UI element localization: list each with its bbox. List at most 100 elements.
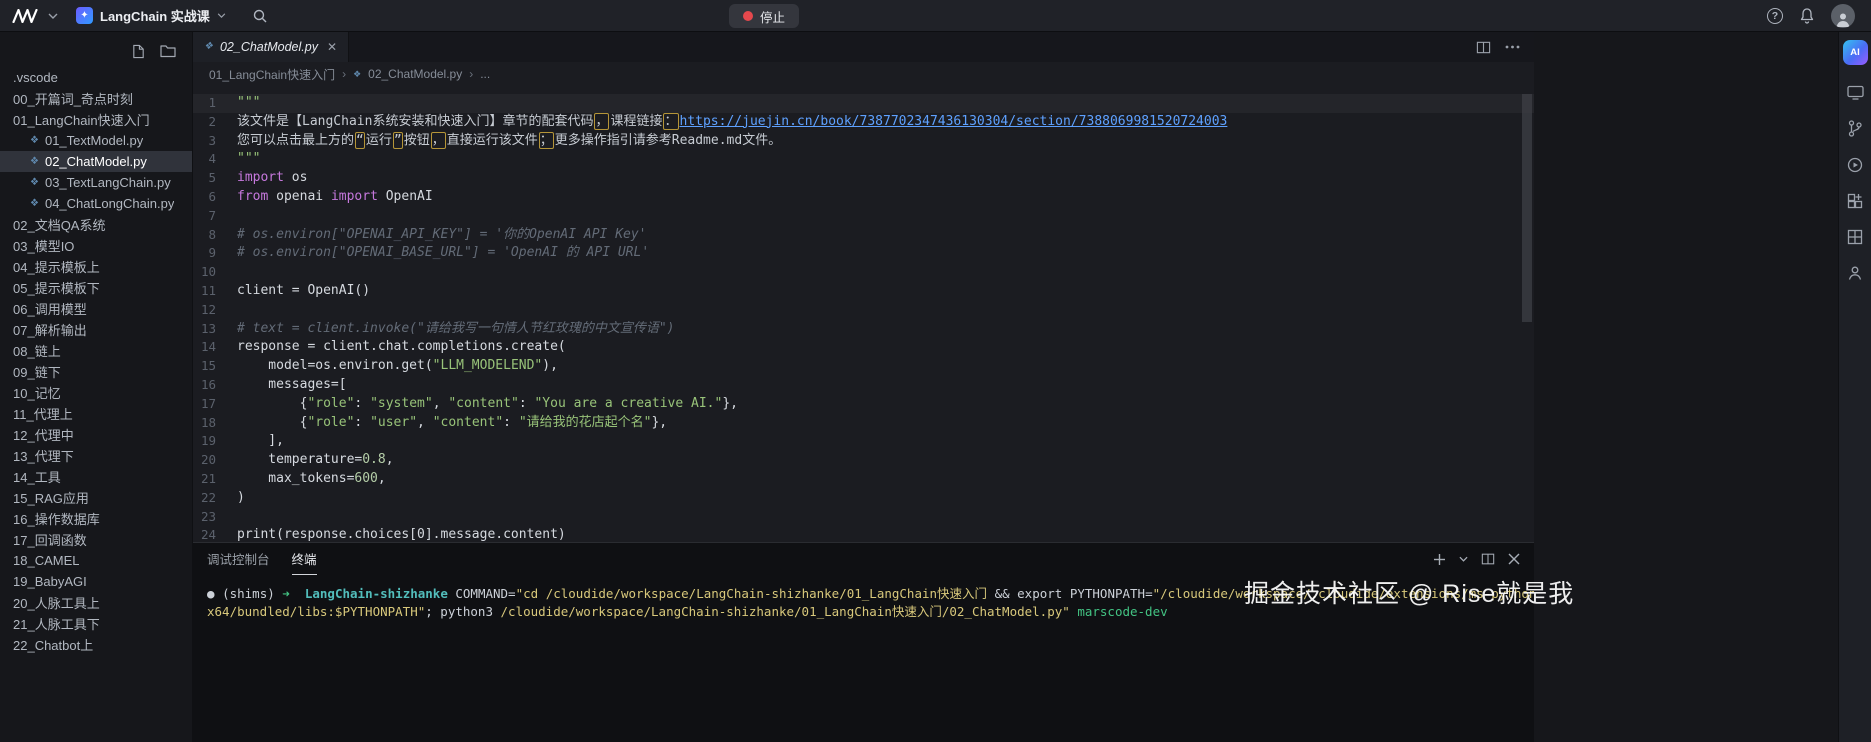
code-line[interactable]: 18 {"role": "user", "content": "请给我的花店起个… bbox=[193, 414, 1534, 433]
file-tree-item[interactable]: ❖01_TextModel.py bbox=[0, 130, 192, 151]
panel-tab-terminal[interactable]: 终端 bbox=[292, 543, 317, 575]
code-line[interactable]: 20 temperature=0.8, bbox=[193, 451, 1534, 470]
code-token: { bbox=[237, 396, 307, 411]
extensions-icon[interactable] bbox=[1847, 193, 1863, 209]
split-panel-icon[interactable] bbox=[1481, 552, 1495, 566]
file-tree-item[interactable]: 19_BabyAGI bbox=[0, 571, 192, 592]
file-tree-item[interactable]: 07_解析输出 bbox=[0, 319, 192, 340]
code-token: os bbox=[284, 170, 307, 185]
code-editor[interactable]: 1"""2该文件是【LangChain系统安装和快速入门】章节的配套代码，课程链… bbox=[193, 86, 1534, 542]
code-line[interactable]: 9# os.environ["OPENAI_BASE_URL"] = 'Open… bbox=[193, 244, 1534, 263]
stop-label: 停止 bbox=[760, 7, 785, 26]
code-line[interactable]: 5import os bbox=[193, 169, 1534, 188]
code-line[interactable]: 14response = client.chat.completions.cre… bbox=[193, 338, 1534, 357]
code-line[interactable]: 16 messages=[ bbox=[193, 376, 1534, 395]
file-tree-item[interactable]: ❖04_ChatLongChain.py bbox=[0, 193, 192, 214]
new-terminal-icon[interactable] bbox=[1433, 553, 1446, 566]
notifications-bell-icon[interactable] bbox=[1799, 7, 1815, 24]
code-line[interactable]: 22) bbox=[193, 489, 1534, 508]
file-tree-item[interactable]: 08_链上 bbox=[0, 340, 192, 361]
split-editor-icon[interactable] bbox=[1476, 40, 1491, 55]
file-tree-item[interactable]: 05_提示模板下 bbox=[0, 277, 192, 298]
marscode-logo-icon[interactable] bbox=[12, 9, 38, 23]
stop-button[interactable]: 停止 bbox=[729, 4, 799, 28]
user-avatar[interactable] bbox=[1831, 4, 1855, 28]
code-token: }, bbox=[651, 415, 667, 430]
file-tree-item[interactable]: 04_提示模板上 bbox=[0, 256, 192, 277]
code-text bbox=[237, 207, 1534, 226]
run-debug-icon[interactable] bbox=[1847, 157, 1863, 173]
breadcrumb-item[interactable]: 01_LangChain快速入门 bbox=[209, 66, 335, 83]
file-tree-item[interactable]: 02_文档QA系统 bbox=[0, 214, 192, 235]
code-line[interactable]: 11client = OpenAI() bbox=[193, 282, 1534, 301]
file-tree-item[interactable]: 03_模型IO bbox=[0, 235, 192, 256]
code-token: ” bbox=[393, 132, 403, 149]
file-tree-item[interactable]: ❖02_ChatModel.py bbox=[0, 151, 192, 172]
file-tree-item[interactable]: 14_工具 bbox=[0, 466, 192, 487]
code-line[interactable]: 23 bbox=[193, 508, 1534, 527]
new-file-icon[interactable] bbox=[131, 44, 146, 59]
file-tree-item[interactable]: 12_代理中 bbox=[0, 424, 192, 445]
file-tree-item[interactable]: .vscode bbox=[0, 67, 192, 88]
code-line[interactable]: 8# os.environ["OPENAI_API_KEY"] = '你的Ope… bbox=[193, 226, 1534, 245]
terminal-dropdown-chevron-icon[interactable] bbox=[1459, 556, 1468, 562]
code-link[interactable]: https://juejin.cn/book/73877023474361303… bbox=[680, 114, 1228, 129]
code-line[interactable]: 3您可以点击最上方的“运行”按钮，直接运行该文件；更多操作指引请参考Readme… bbox=[193, 132, 1534, 151]
search-icon[interactable] bbox=[252, 8, 268, 24]
close-icon[interactable]: ✕ bbox=[327, 40, 337, 54]
file-tree-item[interactable]: 20_人脉工具上 bbox=[0, 592, 192, 613]
close-panel-icon[interactable] bbox=[1508, 553, 1520, 565]
panel-tab-debug-console[interactable]: 调试控制台 bbox=[207, 543, 270, 575]
code-line[interactable]: 10 bbox=[193, 263, 1534, 282]
file-tree-item[interactable]: 01_LangChain快速入门 bbox=[0, 109, 192, 130]
grid-layout-icon[interactable] bbox=[1847, 229, 1863, 245]
breadcrumb-item[interactable]: 02_ChatModel.py bbox=[368, 67, 462, 81]
tab-02-chatmodel[interactable]: ❖ 02_ChatModel.py ✕ bbox=[193, 32, 349, 62]
code-lines: 1"""2该文件是【LangChain系统安装和快速入门】章节的配套代码，课程链… bbox=[193, 94, 1534, 542]
code-line[interactable]: 24print(response.choices[0].message.cont… bbox=[193, 526, 1534, 542]
file-tree-item[interactable]: 21_人脉工具下 bbox=[0, 613, 192, 634]
file-tree-item[interactable]: 10_记忆 bbox=[0, 382, 192, 403]
ai-assistant-button[interactable]: AI bbox=[1843, 40, 1868, 65]
preview-icon[interactable] bbox=[1847, 85, 1864, 100]
file-tree-item[interactable]: 13_代理下 bbox=[0, 445, 192, 466]
code-token: : bbox=[503, 415, 519, 430]
file-tree-item[interactable]: 16_操作数据库 bbox=[0, 508, 192, 529]
line-number: 10 bbox=[193, 263, 237, 282]
code-text: """ bbox=[237, 94, 1534, 113]
file-tree-item[interactable]: 09_链下 bbox=[0, 361, 192, 382]
file-tree-item[interactable]: 00_开篇词_奇点时刻 bbox=[0, 88, 192, 109]
breadcrumb-item[interactable]: ... bbox=[480, 67, 490, 81]
file-tree-item[interactable]: ❖03_TextLangChain.py bbox=[0, 172, 192, 193]
code-token: OpenAI bbox=[378, 189, 433, 204]
more-actions-icon[interactable] bbox=[1505, 45, 1520, 49]
code-line[interactable]: 6from openai import OpenAI bbox=[193, 188, 1534, 207]
editor-scrollbar[interactable] bbox=[1522, 94, 1532, 322]
file-tree-item[interactable]: 22_Chatbot上 bbox=[0, 634, 192, 655]
code-line[interactable]: 21 max_tokens=600, bbox=[193, 470, 1534, 489]
file-tree-item[interactable]: 06_调用模型 bbox=[0, 298, 192, 319]
code-line[interactable]: 7 bbox=[193, 207, 1534, 226]
account-icon[interactable] bbox=[1847, 265, 1863, 281]
git-branch-icon[interactable] bbox=[1848, 120, 1862, 137]
code-line[interactable]: 12 bbox=[193, 301, 1534, 320]
code-text: # os.environ["OPENAI_BASE_URL"] = 'OpenA… bbox=[237, 244, 1534, 263]
file-tree-item[interactable]: 15_RAG应用 bbox=[0, 487, 192, 508]
file-tree: .vscode00_开篇词_奇点时刻01_LangChain快速入门❖01_Te… bbox=[0, 67, 192, 655]
workspace-switcher[interactable]: ✦ LangChain 实战课 bbox=[76, 6, 226, 25]
new-folder-icon[interactable] bbox=[160, 44, 176, 59]
file-tree-item[interactable]: 18_CAMEL bbox=[0, 550, 192, 571]
code-line[interactable]: 17 {"role": "system", "content": "You ar… bbox=[193, 395, 1534, 414]
code-line[interactable]: 1""" bbox=[193, 94, 1534, 113]
help-icon[interactable]: ? bbox=[1767, 8, 1783, 24]
line-number: 13 bbox=[193, 320, 237, 339]
chevron-down-icon[interactable] bbox=[48, 13, 58, 19]
code-line[interactable]: 19 ], bbox=[193, 432, 1534, 451]
code-line[interactable]: 4""" bbox=[193, 150, 1534, 169]
file-tree-item[interactable]: 11_代理上 bbox=[0, 403, 192, 424]
code-line[interactable]: 15 model=os.environ.get("LLM_MODELEND"), bbox=[193, 357, 1534, 376]
file-name: 16_操作数据库 bbox=[13, 509, 100, 528]
code-line[interactable]: 13# text = client.invoke("请给我写一句情人节红玫瑰的中… bbox=[193, 320, 1534, 339]
code-line[interactable]: 2该文件是【LangChain系统安装和快速入门】章节的配套代码，课程链接：ht… bbox=[193, 113, 1534, 132]
file-tree-item[interactable]: 17_回调函数 bbox=[0, 529, 192, 550]
